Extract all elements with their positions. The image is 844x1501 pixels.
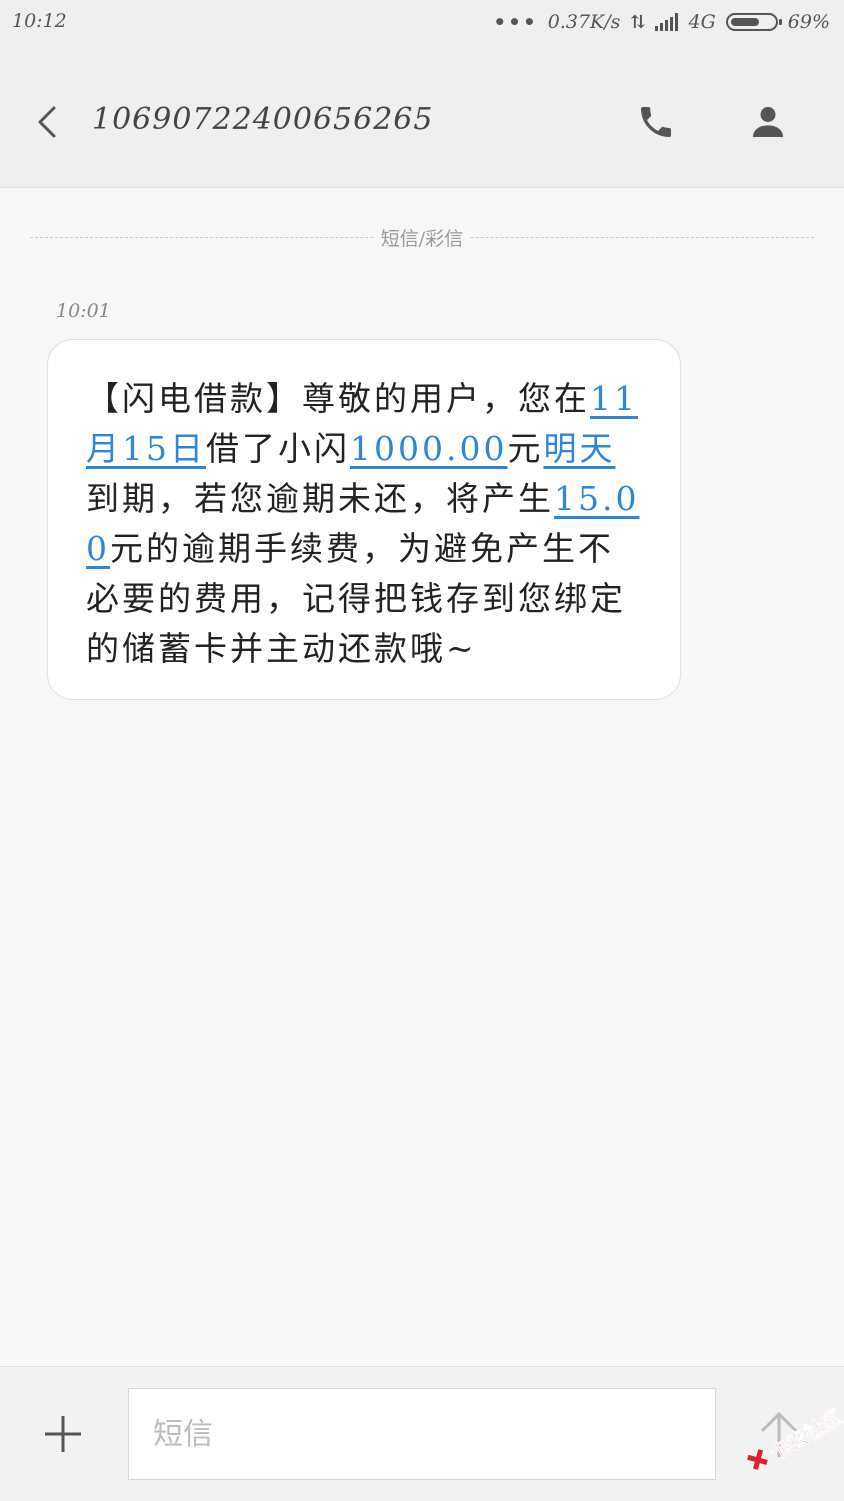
phone-icon — [641, 107, 671, 137]
message-text: 到期，若您逾期未还，将产生 — [86, 479, 554, 518]
message-text: 借了小闪 — [206, 429, 350, 468]
battery-percent: 69% — [787, 11, 830, 33]
contact-button[interactable] — [748, 102, 788, 142]
svg-text:卡农社区: 卡农社区 — [765, 1408, 844, 1465]
back-icon — [38, 106, 56, 138]
plus-icon — [45, 1416, 81, 1452]
status-indicators: ••• 0.37K/s ⇅ 4G 69% — [493, 10, 830, 34]
watermark-logo: 卡农社区 — [740, 1404, 844, 1478]
net-speed: 0.37K/s — [547, 11, 621, 33]
attach-button[interactable] — [40, 1411, 86, 1457]
composer-bar — [0, 1366, 844, 1501]
status-bar: 10:12 ••• 0.37K/s ⇅ 4G 69% — [0, 0, 844, 44]
status-time: 10:12 — [12, 10, 67, 32]
message-text: 元的逾期手续费，为避免产生不必要的费用，记得把钱存到您绑定的储蓄卡并主动还款哦~ — [86, 529, 626, 668]
back-button[interactable] — [28, 102, 68, 142]
date-link[interactable]: 明天 — [543, 429, 615, 468]
signal-icon — [655, 13, 679, 31]
network-type: 4G — [688, 11, 716, 33]
call-button[interactable] — [636, 102, 676, 142]
amount-link[interactable]: 1000.00 — [350, 429, 507, 468]
message-text: 【闪电借款】尊敬的用户，您在 — [86, 379, 590, 418]
more-notifications-icon: ••• — [493, 10, 538, 34]
conversation-header: 10690722400656265 — [0, 44, 844, 188]
message-type-divider: 短信/彩信 — [30, 224, 814, 251]
battery-icon — [725, 13, 782, 31]
divider-label: 短信/彩信 — [374, 224, 470, 251]
data-transfer-icon: ⇅ — [630, 11, 646, 33]
contact-icon — [753, 107, 783, 137]
message-time: 10:01 — [56, 300, 111, 322]
message-bubble[interactable]: 【闪电借款】尊敬的用户，您在11月15日借了小闪1000.00元明天到期，若您逾… — [47, 339, 681, 700]
message-input[interactable] — [128, 1388, 716, 1480]
contact-number: 10690722400656265 — [92, 102, 434, 137]
message-text: 元 — [507, 429, 544, 468]
